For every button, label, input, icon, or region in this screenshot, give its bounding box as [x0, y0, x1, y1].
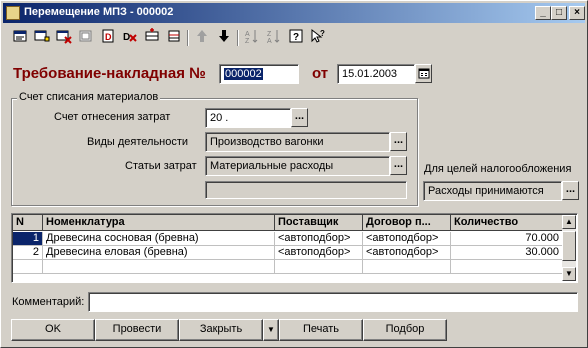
print-icon[interactable]: D	[99, 28, 117, 48]
tax-select-button[interactable]: ...	[562, 181, 579, 200]
cost-item-select-button[interactable]: ...	[390, 156, 407, 175]
tax-label: Для целей налогообложения	[424, 163, 572, 175]
activity-label: Виды деятельности	[87, 136, 189, 148]
nomenclature-cell[interactable]: Древесина еловая (бревна)	[43, 246, 275, 260]
quantity-cell[interactable]: 30.000	[451, 246, 563, 260]
calendar-icon	[418, 68, 429, 79]
svg-text:Z: Z	[245, 38, 250, 44]
svg-text:A: A	[245, 31, 250, 38]
contract-cell[interactable]: <автоподбор>	[363, 232, 451, 246]
document-icon	[6, 6, 20, 20]
calendar-button[interactable]	[415, 64, 432, 83]
toolbar-separator	[237, 30, 239, 46]
account-field[interactable]: 20 .	[205, 108, 291, 128]
delete-icon[interactable]	[55, 28, 73, 48]
activity-field[interactable]: Производство вагонки	[205, 132, 390, 152]
comment-label: Комментарий:	[12, 296, 85, 308]
close-dropdown-button[interactable]: ▼	[263, 319, 279, 341]
new-icon[interactable]	[11, 28, 29, 48]
column-header[interactable]: Номенклатура	[43, 215, 275, 231]
account-label: Счет отнесения затрат	[54, 111, 171, 123]
extra-field[interactable]	[205, 181, 407, 199]
title-bar[interactable]: Перемещение МПЗ - 000002 _ □ ×	[3, 3, 585, 23]
scroll-up-arrow-icon[interactable]: ▲	[562, 215, 576, 229]
account-select-button[interactable]: ...	[291, 108, 308, 127]
date-field[interactable]: 15.01.2003	[337, 64, 415, 84]
select-button[interactable]: Подбор	[363, 319, 447, 341]
cost-item-label: Статьи затрат	[125, 160, 197, 172]
svg-text:D: D	[123, 32, 130, 43]
svg-text:?: ?	[320, 29, 325, 38]
edit-icon[interactable]	[77, 28, 95, 48]
sort-asc-icon[interactable]: AZ	[243, 28, 261, 48]
row-number: 2	[13, 246, 43, 260]
tax-field[interactable]: Расходы принимаются	[423, 181, 562, 201]
whats-this-icon[interactable]: ?	[309, 28, 327, 48]
post-button[interactable]: Провести	[95, 319, 179, 341]
help-icon[interactable]: ?	[287, 28, 305, 48]
svg-text:A: A	[267, 38, 272, 44]
supplier-cell[interactable]: <автоподбор>	[275, 246, 363, 260]
items-table[interactable]: N Номенклатура Поставщик Договор п... Ко…	[11, 213, 578, 283]
toolbar-separator	[187, 30, 189, 46]
mark-delete-icon[interactable]: D	[121, 28, 139, 48]
column-header[interactable]: Поставщик	[275, 215, 363, 231]
column-header[interactable]: N	[13, 215, 43, 231]
document-window: Перемещение МПЗ - 000002 _ □ × D D A Z Z…	[0, 0, 588, 348]
date-label: от	[312, 65, 329, 82]
row-number: 1	[13, 232, 43, 246]
up-arrow-icon[interactable]	[193, 28, 211, 48]
copy-icon[interactable]	[33, 28, 51, 48]
scroll-down-arrow-icon[interactable]: ▼	[562, 267, 576, 281]
empty-cell	[275, 260, 363, 274]
svg-text:?: ?	[293, 32, 299, 43]
empty-cell	[13, 260, 43, 274]
activity-select-button[interactable]: ...	[390, 132, 407, 151]
maximize-button[interactable]: □	[551, 6, 567, 20]
column-header[interactable]: Количество	[451, 215, 563, 231]
scroll-thumb[interactable]	[562, 231, 576, 261]
cost-item-field[interactable]: Материальные расходы	[205, 156, 390, 176]
empty-cell	[363, 260, 451, 274]
down-arrow-icon[interactable]	[215, 28, 233, 48]
empty-cell	[43, 260, 275, 274]
print-button[interactable]: Печать	[279, 319, 363, 341]
minimize-button[interactable]: _	[535, 6, 551, 20]
nomenclature-cell[interactable]: Древесина сосновая (бревна)	[43, 232, 275, 246]
insert-row-icon[interactable]	[143, 28, 161, 48]
ok-button[interactable]: OK	[11, 319, 95, 341]
move-icon[interactable]	[165, 28, 183, 48]
comment-field[interactable]	[88, 292, 578, 312]
window-title: Перемещение МПЗ - 000002	[24, 6, 174, 18]
doc-number-field[interactable]: 000002	[219, 64, 299, 84]
close-button[interactable]: ×	[569, 6, 585, 20]
contract-cell[interactable]: <автоподбор>	[363, 246, 451, 260]
doc-number-label: Требование-накладная №	[13, 65, 206, 82]
groupbox-legend: Счет списания материалов	[17, 91, 161, 103]
empty-cell	[451, 260, 563, 274]
sort-desc-icon[interactable]: ZA	[265, 28, 283, 48]
supplier-cell[interactable]: <автоподбор>	[275, 232, 363, 246]
table-scrollbar[interactable]: ▲ ▼	[562, 215, 576, 281]
svg-text:Z: Z	[267, 31, 272, 38]
close-doc-button[interactable]: Закрыть	[179, 319, 263, 341]
doc-number-value: 000002	[224, 68, 263, 80]
quantity-cell[interactable]: 70.000	[451, 232, 563, 246]
svg-text:D: D	[105, 32, 112, 42]
column-header[interactable]: Договор п...	[363, 215, 451, 231]
